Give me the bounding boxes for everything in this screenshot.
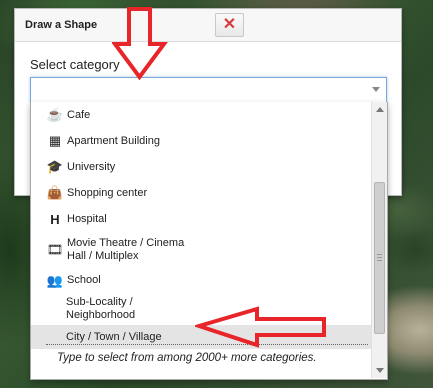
close-button[interactable]: ✕	[215, 13, 244, 37]
scroll-down-icon[interactable]	[376, 368, 384, 373]
category-item-cafe[interactable]: ☕ Cafe	[31, 102, 371, 128]
chevron-down-icon[interactable]	[372, 87, 380, 92]
category-item-label: University	[67, 160, 116, 173]
category-item-label: Cafe	[67, 108, 91, 121]
scrollbar-thumb[interactable]	[374, 182, 385, 334]
category-item-label: Hospital	[67, 212, 107, 225]
category-item-label: Movie Theatre / Cinema Hall / Multiplex	[67, 237, 185, 262]
dropdown-scrollbar[interactable]	[371, 102, 387, 378]
graduation-cap-icon: 🎓	[46, 159, 64, 174]
grip-line	[377, 260, 382, 261]
dialog-title: Draw a Shape	[25, 19, 98, 31]
category-item-school[interactable]: 👥 School	[31, 268, 371, 293]
shopping-bag-icon: 👜	[46, 185, 64, 200]
close-icon: ✕	[222, 16, 237, 33]
annotation-left-arrow	[195, 306, 326, 348]
category-select-input[interactable]	[30, 77, 387, 103]
film-strip-icon: 🎞	[46, 242, 64, 257]
category-item-university[interactable]: 🎓 University	[31, 154, 371, 180]
category-item-hospital[interactable]: H Hospital	[31, 206, 371, 232]
category-item-label: School	[67, 274, 101, 286]
scroll-up-icon[interactable]	[376, 107, 384, 112]
category-item-shopping-center[interactable]: 👜 Shopping center	[31, 180, 371, 206]
dialog-header: Draw a Shape ✕	[15, 9, 401, 42]
select-category-label: Select category	[30, 57, 120, 72]
category-item-label: Sub-Locality / Neighborhood	[66, 296, 136, 321]
school-children-icon: 👥	[46, 272, 64, 288]
annotation-down-arrow	[112, 7, 168, 80]
category-item-label: Shopping center	[67, 186, 148, 199]
annotation-down-arrow-shape	[112, 7, 168, 80]
more-categories-hint: Type to select from among 2000+ more cat…	[57, 352, 317, 364]
category-item-movie-theatre[interactable]: 🎞 Movie Theatre / Cinema Hall / Multiple…	[31, 232, 371, 268]
annotation-left-arrow-shape	[195, 306, 326, 348]
grip-line	[377, 257, 382, 258]
category-item-label: City / Town / Village	[66, 330, 162, 343]
apartment-building-icon: ▦	[48, 133, 62, 148]
category-item-label: Apartment Building	[67, 134, 160, 147]
grip-line	[377, 254, 382, 255]
cafe-icon: ☕	[46, 107, 64, 122]
category-item-apartment-building[interactable]: ▦ Apartment Building	[31, 128, 371, 154]
hospital-icon: H	[50, 211, 60, 227]
